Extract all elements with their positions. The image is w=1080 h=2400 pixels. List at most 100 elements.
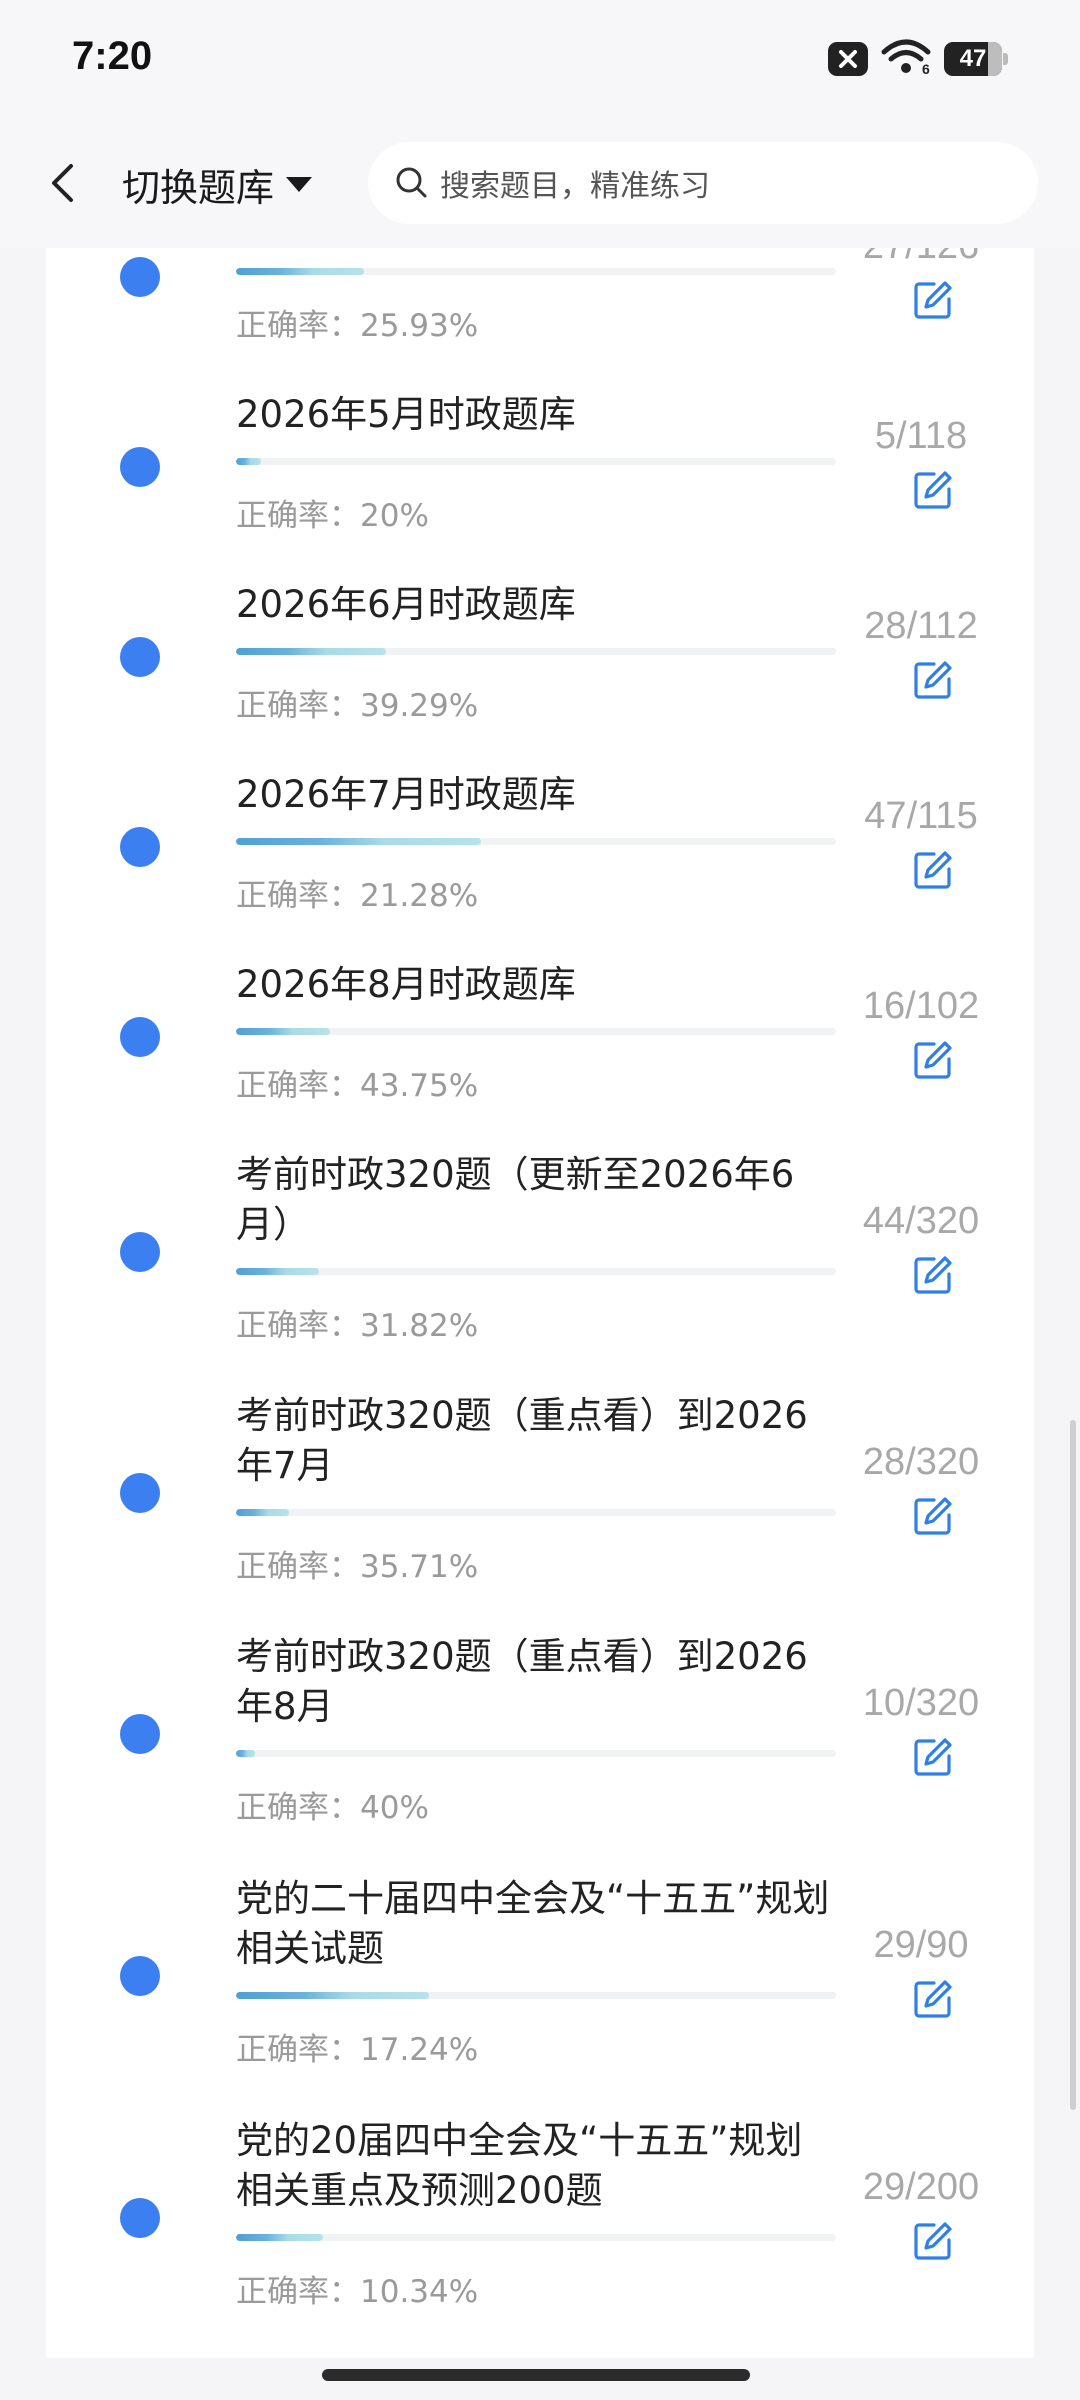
- progress-count: 27/126: [846, 248, 996, 268]
- practice-button[interactable]: [912, 1978, 954, 2020]
- progress-bar: [236, 2234, 836, 2241]
- status-icons: 6 47: [828, 38, 1008, 80]
- accuracy-text: 正确率：20%: [236, 490, 429, 535]
- progress-count: 16/102: [862, 985, 980, 1027]
- practice-button[interactable]: [912, 659, 954, 701]
- switch-bank-label: 切换题库: [122, 165, 275, 210]
- practice-button[interactable]: [912, 1736, 954, 1778]
- practice-button[interactable]: [912, 469, 954, 511]
- search-icon: [396, 167, 427, 198]
- status-time: 7:20: [72, 34, 153, 78]
- edit-icon: [914, 2222, 952, 2260]
- progress-count: 5/118: [874, 415, 968, 457]
- switch-bank-button[interactable]: 切换题库: [122, 156, 313, 212]
- progress-fill: [236, 458, 262, 465]
- caret-down-icon: [286, 176, 313, 192]
- practice-button[interactable]: [912, 1039, 954, 1081]
- accuracy-value: 39.29%: [360, 688, 479, 724]
- progress-fill: [236, 838, 482, 845]
- accuracy-value: 25.93%: [360, 308, 479, 344]
- status-dot: [120, 637, 160, 677]
- accuracy-value: 20%: [360, 498, 429, 534]
- item-title: 2026年4月时政题库: [236, 248, 836, 250]
- accuracy-text: 正确率：10.34%: [236, 2266, 478, 2311]
- item-title: 党的20届四中全会及“十五五”规划相关重点及预测200题: [236, 2119, 803, 2212]
- accuracy-label: 正确率：: [236, 1068, 360, 1104]
- progress-fill: [236, 1509, 289, 1516]
- progress-bar: [236, 648, 836, 655]
- accuracy-text: 正确率：43.75%: [236, 1060, 478, 1105]
- status-dot: [120, 447, 160, 487]
- accuracy-text: 正确率：39.29%: [236, 680, 478, 725]
- progress-bar: [236, 838, 836, 845]
- list-item[interactable]: 2026年7月时政题库 正确率：21.28% 47/115: [46, 770, 1034, 920]
- progress-fill: [236, 1028, 331, 1035]
- edit-icon: [914, 1256, 952, 1294]
- status-dot: [120, 827, 160, 867]
- accuracy-label: 正确率：: [236, 498, 360, 534]
- list-item[interactable]: 党的二十届四中全会及“十五五”规划相关试题 正确率：17.24% 29/90: [46, 1874, 1034, 2074]
- accuracy-value: 40%: [360, 1790, 429, 1826]
- accuracy-label: 正确率：: [236, 1790, 360, 1826]
- progress-fill: [236, 2234, 323, 2241]
- item-title: 2026年8月时政题库: [236, 963, 576, 1006]
- status-dot: [120, 1956, 160, 1996]
- battery-icon: 47: [944, 42, 1008, 76]
- status-bar: 7:20 6 47: [0, 0, 1080, 118]
- search-placeholder: 搜索题目，精准练习: [440, 169, 710, 204]
- list-item[interactable]: 党的20届四中全会及“十五五”规划相关重点及预测200题 正确率：10.34% 29…: [46, 2116, 1034, 2316]
- edit-icon: [914, 1041, 952, 1079]
- edit-icon: [914, 281, 952, 319]
- item-title: 2026年6月时政题库: [236, 583, 576, 626]
- progress-count: 10/320: [862, 1682, 980, 1724]
- accuracy-text: 正确率：40%: [236, 1782, 429, 1827]
- accuracy-label: 正确率：: [236, 688, 360, 724]
- svg-text:6: 6: [922, 61, 930, 76]
- practice-button[interactable]: [912, 279, 954, 321]
- list-item[interactable]: 考前时政320题（重点看）到2026年8月正确率：40% 10/320: [46, 1632, 1034, 1832]
- accuracy-value: 17.24%: [360, 2032, 479, 2068]
- progress-bar: [236, 1509, 836, 1516]
- progress-count: 47/115: [864, 795, 978, 837]
- wifi-icon: 6: [880, 38, 932, 80]
- accuracy-label: 正确率：: [236, 2032, 360, 2068]
- status-dot: [120, 1017, 160, 1057]
- accuracy-text: 正确率：17.24%: [236, 2024, 478, 2069]
- progress-count: 44/320: [862, 1200, 980, 1242]
- list-item[interactable]: 2026年6月时政题库 正确率：39.29% 28/112: [46, 580, 1034, 730]
- status-dot: [120, 1473, 160, 1513]
- accuracy-value: 21.28%: [360, 878, 479, 914]
- status-dot: [120, 2198, 160, 2238]
- progress-fill: [236, 1268, 319, 1275]
- practice-button[interactable]: [912, 2220, 954, 2262]
- scrollbar[interactable]: [1070, 1420, 1076, 2110]
- list-item[interactable]: 考前时政320题（更新至2026年6月） 正确率：31.82% 44/320: [46, 1150, 1034, 1350]
- edit-icon: [914, 1980, 952, 2018]
- accuracy-label: 正确率：: [236, 308, 360, 344]
- accuracy-text: 正确率：35.71%: [236, 1541, 478, 1586]
- top-bar: 切换题库 搜索题目，精准练习: [0, 118, 1080, 248]
- accuracy-label: 正确率：: [236, 1308, 360, 1344]
- practice-button[interactable]: [912, 1495, 954, 1537]
- progress-bar: [236, 1750, 836, 1757]
- list-item[interactable]: 考前时政320题（重点看）到2026年7月 正确率：35.71% 28/320: [46, 1391, 1034, 1591]
- search-input[interactable]: 搜索题目，精准练习: [368, 142, 1038, 224]
- accuracy-text: 正确率：25.93%: [236, 300, 478, 345]
- list-item[interactable]: 2026年8月时政题库 正确率：43.75% 16/102: [46, 960, 1034, 1110]
- back-button[interactable]: [40, 158, 90, 208]
- chevron-left-icon: [52, 164, 73, 202]
- home-indicator[interactable]: [322, 2369, 750, 2381]
- status-dot: [120, 1232, 160, 1272]
- progress-fill: [236, 268, 365, 275]
- practice-button[interactable]: [912, 849, 954, 891]
- item-title: 考前时政320题（重点看）到2026年7月: [236, 1394, 808, 1487]
- accuracy-value: 43.75%: [360, 1068, 479, 1104]
- list-item[interactable]: 2026年4月时政题库正确率：25.93% 27/126: [46, 248, 1034, 350]
- battery-level: 47: [959, 45, 987, 72]
- accuracy-label: 正确率：: [236, 2274, 360, 2310]
- practice-button[interactable]: [912, 1254, 954, 1296]
- item-title: 考前时政320题（重点看）到2026年8月: [236, 1635, 808, 1728]
- accuracy-label: 正确率：: [236, 878, 360, 914]
- list-item[interactable]: 2026年5月时政题库 正确率：20% 5/118: [46, 390, 1034, 540]
- progress-bar: [236, 268, 836, 275]
